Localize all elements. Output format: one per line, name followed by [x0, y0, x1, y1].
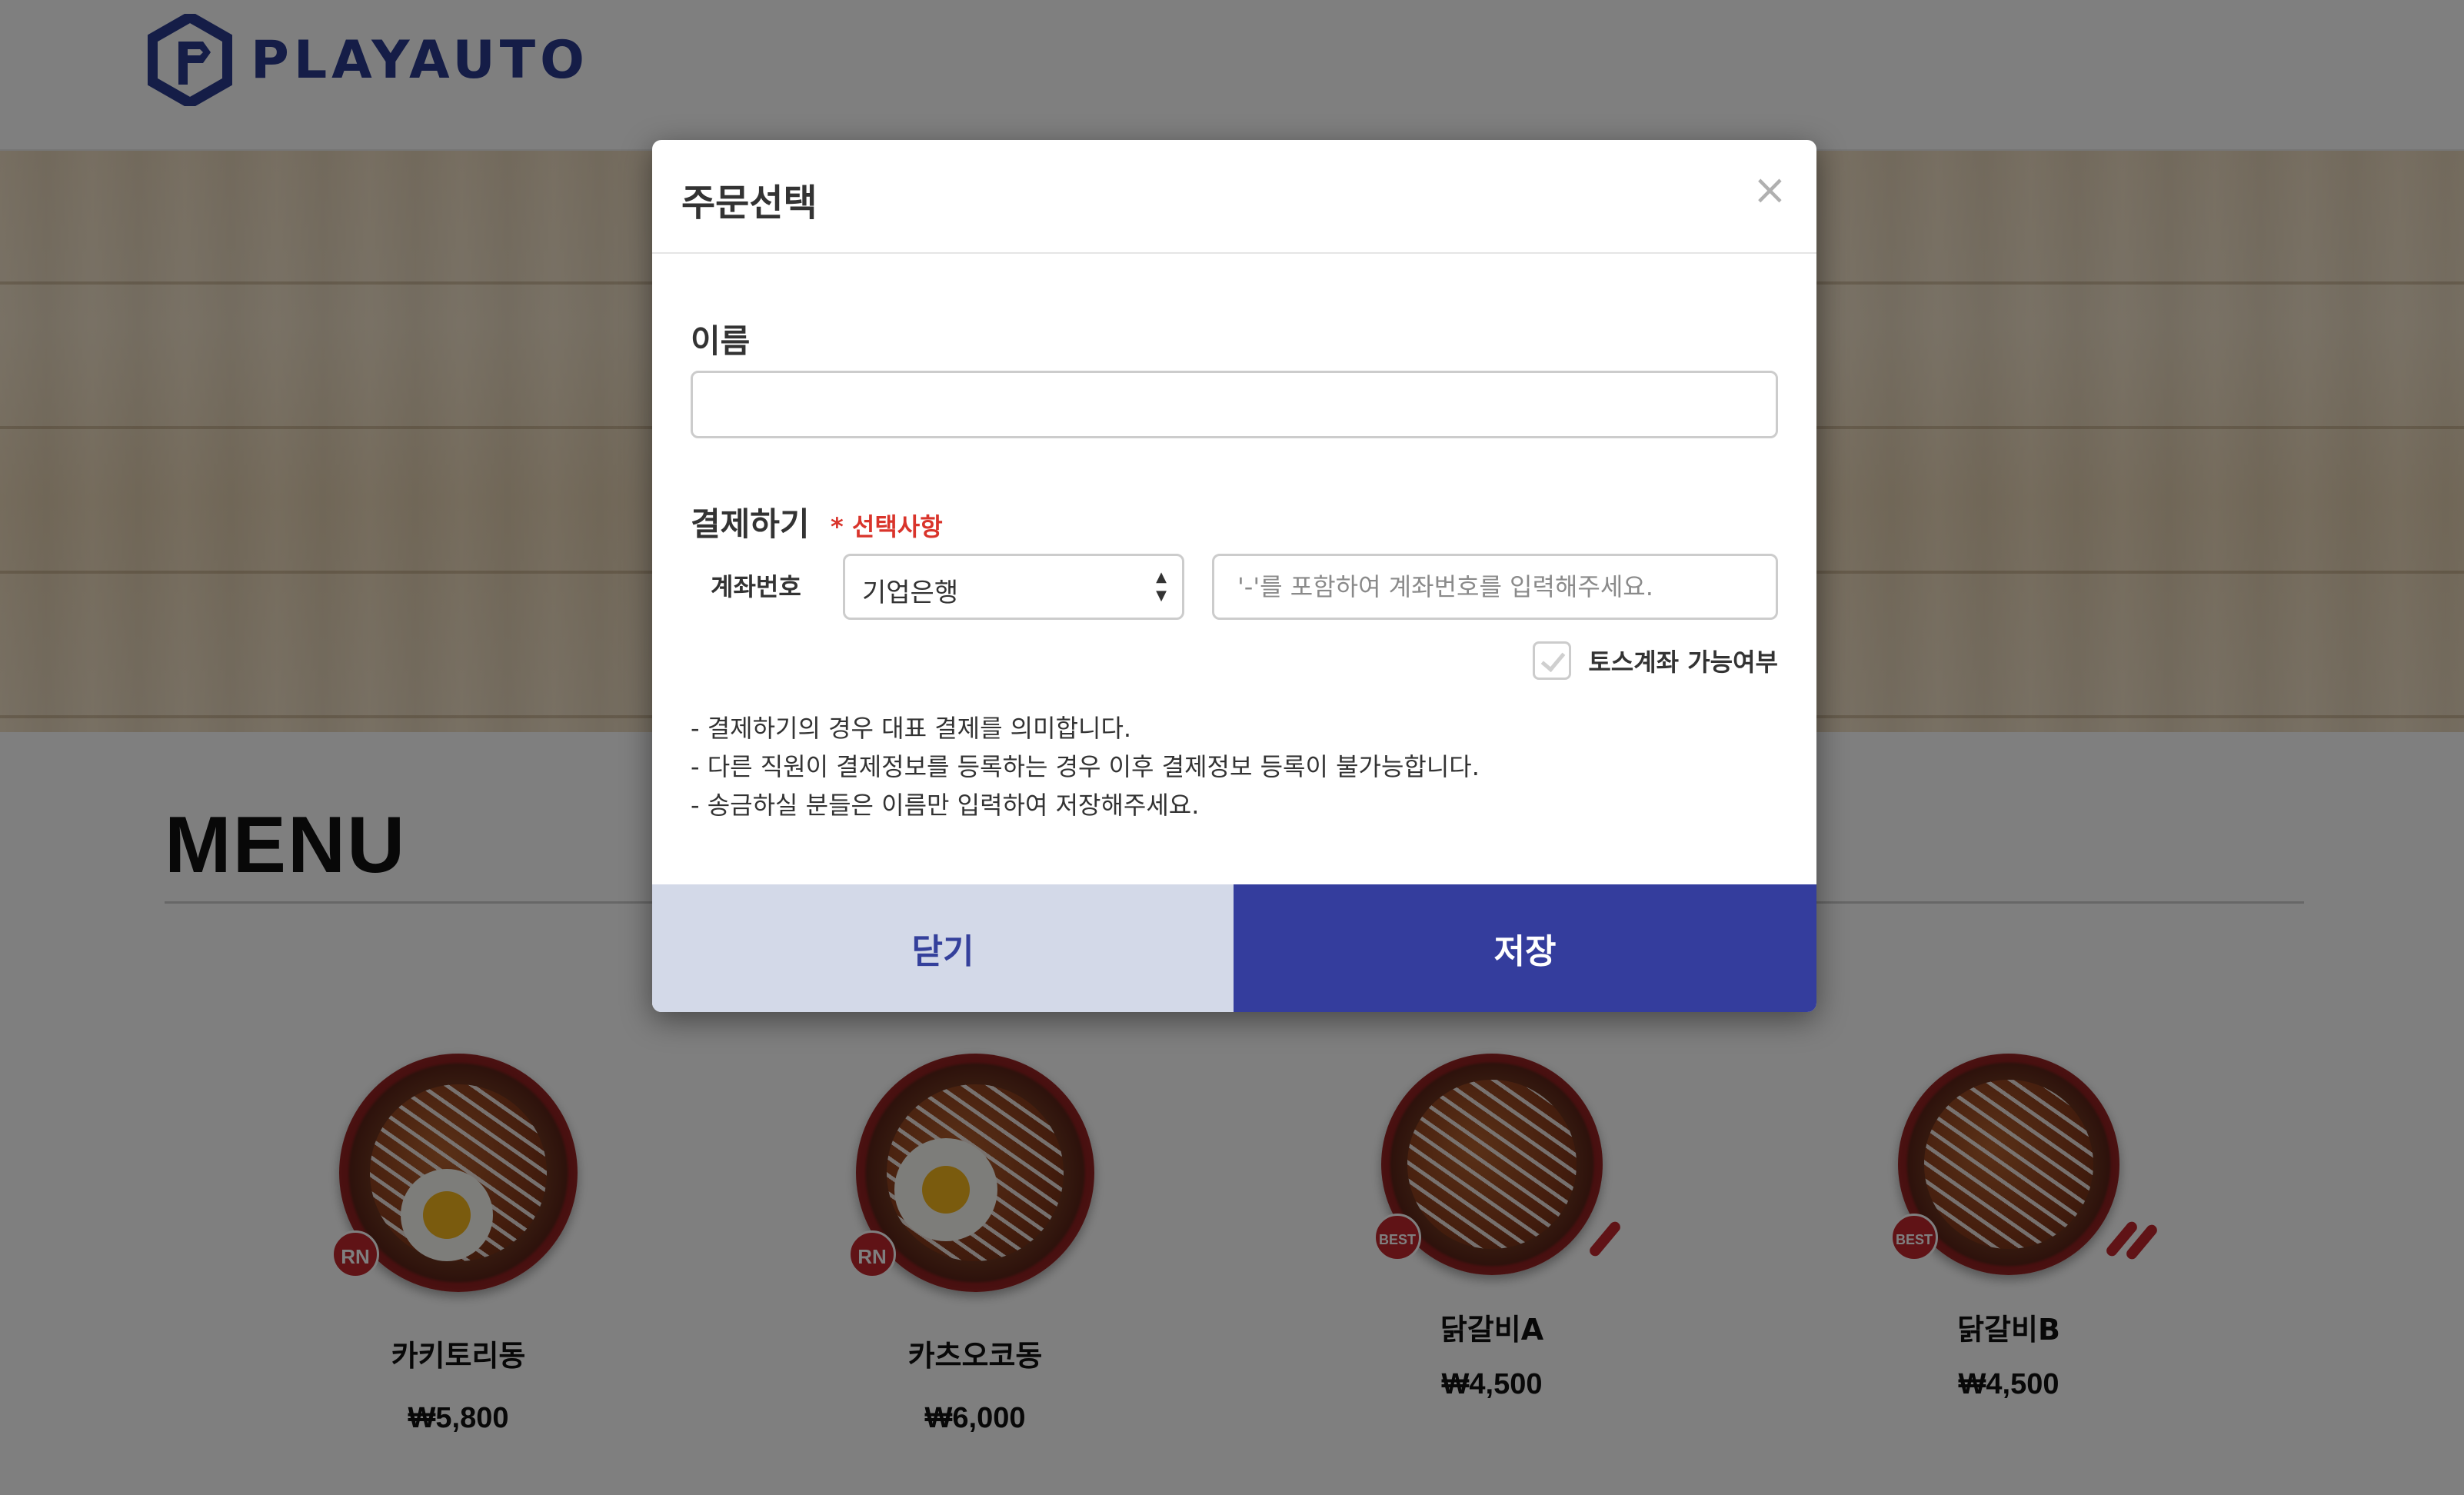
account-number-input[interactable] — [1212, 554, 1778, 620]
toss-account-label: 토스계좌 가능여부 — [1588, 648, 1778, 677]
notes-list: - 결제하기의 경우 대표 결제를 의미합니다. - 다른 직원이 결제정보를 … — [691, 709, 1778, 824]
note-line: - 송금하실 분들은 이름만 입력하여 저장해주세요. — [691, 791, 1200, 820]
account-number-label: 계좌번호 — [711, 572, 801, 601]
close-icon[interactable]: × — [1753, 169, 1787, 211]
name-label: 이름 — [691, 322, 751, 360]
bank-select-value: 기업은행 — [862, 578, 959, 608]
bank-select[interactable]: 기업은행 ▲ ▼ — [843, 554, 1184, 620]
order-select-modal: 주문선택 × 이름 결제하기 * 선택사항 계좌번호 기업은행 ▲▼ 토스계좌 … — [652, 140, 1816, 1012]
close-button[interactable]: 닫기 — [652, 884, 1234, 1012]
toss-account-checkbox[interactable] — [1533, 641, 1572, 680]
note-line: - 다른 직원이 결제정보를 등록하는 경우 이후 결제정보 등록이 불가능합니… — [691, 752, 1480, 781]
name-input[interactable] — [691, 371, 1778, 438]
toss-account-option: 토스계좌 가능여부 — [1533, 641, 1778, 680]
modal-title: 주문선택 — [681, 181, 817, 225]
payment-label: 결제하기 — [691, 505, 810, 543]
note-line: - 결제하기의 경우 대표 결제를 의미합니다. — [691, 714, 1132, 743]
optional-label: * 선택사항 — [831, 512, 943, 541]
modal-header: 주문선택 × — [652, 140, 1816, 254]
select-arrows-icon: ▲ ▼ — [1156, 569, 1167, 604]
save-button[interactable]: 저장 — [1234, 884, 1816, 1012]
